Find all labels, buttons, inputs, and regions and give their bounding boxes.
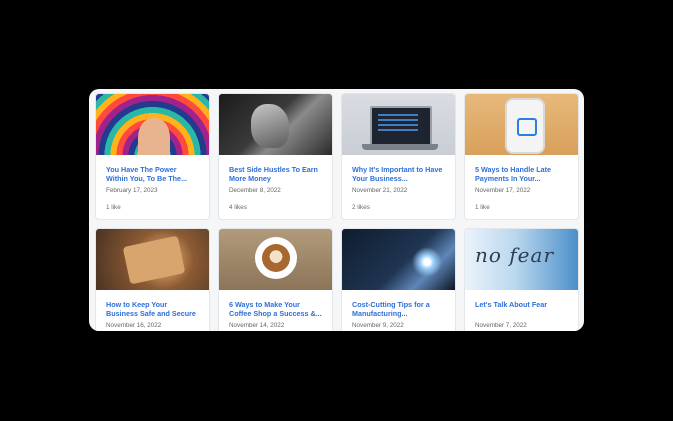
post-grid: You Have The Power Within You, To Be The… (95, 93, 579, 331)
post-date: December 8, 2022 (229, 187, 281, 194)
post-title[interactable]: Why It's Important to Have Your Business… (352, 165, 445, 183)
post-date: November 14, 2022 (229, 322, 285, 329)
post-date: November 21, 2022 (352, 187, 408, 194)
post-likes: 2 likes (352, 204, 370, 211)
post-card[interactable]: Best Side Hustles To Earn More Money Dec… (218, 93, 333, 220)
post-title[interactable]: 5 Ways to Handle Late Payments In Your..… (475, 165, 568, 183)
payment-terminal-image (507, 100, 543, 152)
blog-panel: You Have The Power Within You, To Be The… (89, 89, 584, 331)
post-likes: 1 like (106, 204, 121, 211)
post-thumbnail[interactable]: no fear (465, 229, 578, 290)
post-card[interactable]: You Have The Power Within You, To Be The… (95, 93, 210, 220)
meeting-table-image (122, 235, 186, 285)
post-card[interactable]: 5 Ways to Handle Late Payments In Your..… (464, 93, 579, 220)
post-card[interactable]: no fear Let's Talk About Fear November 7… (464, 228, 579, 331)
post-title[interactable]: How to Keep Your Business Safe and Secur… (106, 300, 199, 318)
post-date: November 16, 2022 (106, 322, 162, 329)
post-date: November 9, 2022 (352, 322, 404, 329)
laptop-base (362, 144, 438, 150)
post-card[interactable]: 6 Ways to Make Your Coffee Shop a Succes… (218, 228, 333, 331)
face-art (138, 118, 170, 155)
post-date: November 17, 2022 (475, 187, 531, 194)
post-card[interactable]: Why It's Important to Have Your Business… (341, 93, 456, 220)
post-title[interactable]: Cost-Cutting Tips for a Manufacturing... (352, 300, 445, 318)
welding-spark-image (412, 247, 442, 277)
post-thumbnail[interactable] (219, 94, 332, 155)
post-date: February 17, 2023 (106, 187, 158, 194)
post-title[interactable]: Let's Talk About Fear (475, 300, 568, 318)
post-card[interactable]: How to Keep Your Business Safe and Secur… (95, 228, 210, 331)
post-thumbnail[interactable] (96, 229, 209, 290)
post-title[interactable]: You Have The Power Within You, To Be The… (106, 165, 199, 183)
coffee-cup-image (255, 237, 297, 279)
laptop-image (370, 106, 432, 146)
post-thumbnail[interactable] (342, 229, 455, 290)
post-title[interactable]: Best Side Hustles To Earn More Money (229, 165, 322, 183)
hand-image (251, 104, 289, 148)
post-likes: 4 likes (229, 204, 247, 211)
post-likes: 1 like (475, 204, 490, 211)
post-thumbnail[interactable] (219, 229, 332, 290)
post-thumbnail[interactable] (342, 94, 455, 155)
post-thumbnail[interactable] (96, 94, 209, 155)
post-thumbnail[interactable] (465, 94, 578, 155)
post-title[interactable]: 6 Ways to Make Your Coffee Shop a Succes… (229, 300, 322, 318)
post-card[interactable]: Cost-Cutting Tips for a Manufacturing...… (341, 228, 456, 331)
post-date: November 7, 2022 (475, 322, 527, 329)
no-fear-handwriting: no fear (475, 243, 555, 267)
